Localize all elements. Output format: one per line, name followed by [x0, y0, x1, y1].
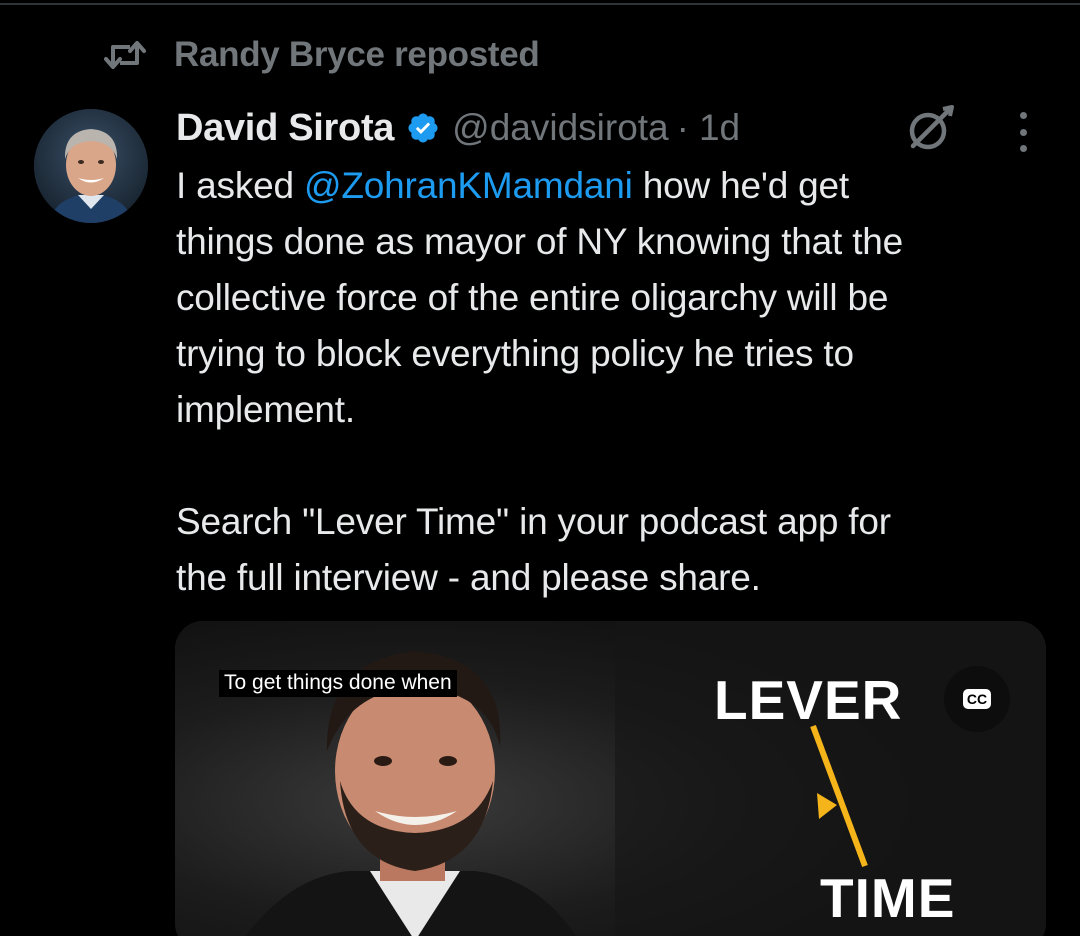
- tweet-line-3: collective force of the entire oligarchy…: [176, 277, 889, 318]
- mention-link[interactable]: @ZohranKMamdani: [304, 165, 633, 206]
- tweet-text: I asked @ZohranKMamdani how he'd get thi…: [176, 158, 1056, 606]
- repost-context[interactable]: Randy Bryce reposted: [104, 32, 540, 78]
- verified-badge-icon[interactable]: [406, 111, 440, 145]
- tweet-line-7: the full interview - and please share.: [176, 557, 761, 598]
- logo-time-text: TIME: [820, 867, 956, 929]
- separator-dot: ·: [676, 107, 689, 148]
- repost-label: Randy Bryce reposted: [174, 35, 540, 74]
- more-options-icon[interactable]: [1008, 112, 1038, 152]
- tweet-line-1: I asked @ZohranKMamdani how he'd get: [176, 165, 849, 206]
- tweet-line-2: things done as mayor of NY knowing that …: [176, 221, 904, 262]
- divider: [0, 3, 1080, 5]
- tweet-line-5: implement.: [176, 389, 355, 430]
- author-name[interactable]: David Sirota: [176, 107, 394, 150]
- repost-icon: [104, 40, 146, 70]
- avatar[interactable]: [34, 109, 148, 223]
- timeline-page: Randy Bryce reposted David Sirota @david…: [0, 0, 1080, 936]
- cc-icon: CC: [962, 689, 992, 709]
- tweet-header: David Sirota @davidsirota · 1d: [176, 102, 740, 154]
- closed-captions-button[interactable]: CC: [944, 666, 1010, 732]
- lever-logo-mark: [810, 724, 868, 868]
- tweet-line-4: trying to block everything policy he tri…: [176, 333, 854, 374]
- timestamp[interactable]: 1d: [699, 107, 740, 149]
- grok-icon[interactable]: [903, 104, 957, 154]
- video-player[interactable]: To get things done when LEVER TIME CC: [175, 621, 1046, 936]
- tweet-line-6: Search "Lever Time" in your podcast app …: [176, 501, 891, 542]
- video-caption: To get things done when: [219, 670, 457, 697]
- author-handle[interactable]: @davidsirota: [452, 107, 669, 149]
